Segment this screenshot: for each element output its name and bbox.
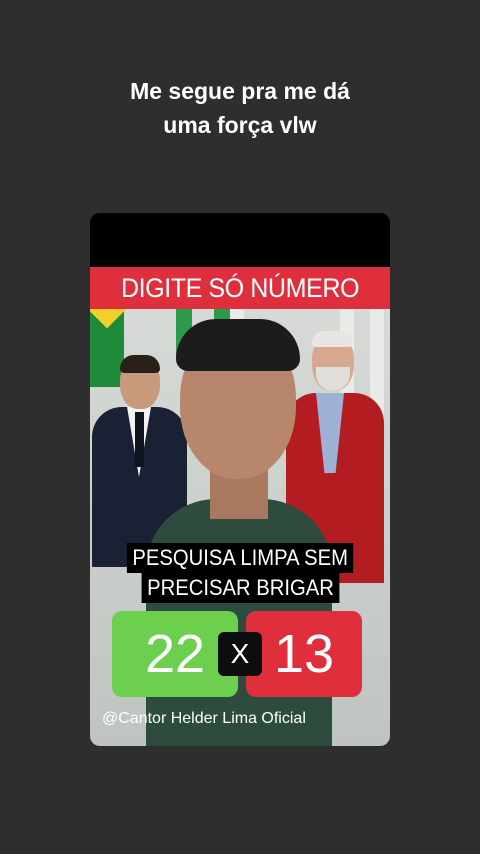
headline: PESQUISA LIMPA SEM PRECISAR BRIGAR: [90, 543, 390, 603]
video-player[interactable]: DIGITE SÓ NÚMERO PESQUISA LIMPA SEM PREC…: [90, 213, 390, 746]
score-separator: X: [218, 632, 262, 676]
caption-line-1: Me segue pra me dá: [130, 78, 350, 104]
post-caption: Me segue pra me dá uma força vlw: [0, 74, 480, 142]
headline-line-2: PRECISAR BRIGAR: [141, 573, 339, 603]
watermark: @Cantor Helder Lima Oficial: [102, 710, 306, 727]
top-banner-text: DIGITE SÓ NÚMERO: [120, 273, 360, 303]
caption-line-2: uma força vlw: [163, 112, 317, 138]
score-right: 13: [246, 611, 362, 697]
page: Me segue pra me dá uma força vlw DIGITE …: [0, 0, 480, 854]
headline-line-1: PESQUISA LIMPA SEM: [126, 543, 354, 573]
top-banner: DIGITE SÓ NÚMERO: [90, 267, 390, 309]
video-letterbox: [90, 213, 390, 267]
